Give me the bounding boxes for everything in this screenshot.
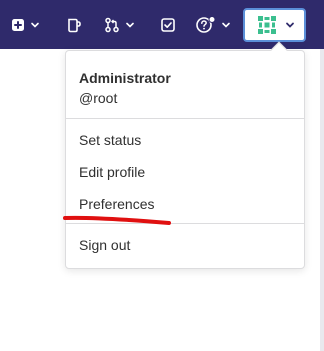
todo-document-icon bbox=[68, 18, 81, 33]
plus-square-icon bbox=[12, 19, 24, 31]
help-icon bbox=[196, 16, 216, 33]
merge-requests-button[interactable] bbox=[104, 12, 135, 38]
top-navigation-bar bbox=[0, 0, 324, 49]
set-status-item[interactable]: Set status bbox=[79, 132, 141, 148]
edit-profile-item[interactable]: Edit profile bbox=[79, 164, 145, 180]
avatar-icon bbox=[254, 13, 279, 37]
user-menu-button[interactable] bbox=[243, 8, 306, 42]
chevron-down-icon bbox=[31, 22, 39, 28]
checkbox-icon bbox=[161, 18, 175, 32]
chevron-down-icon bbox=[285, 22, 294, 28]
todos-button[interactable] bbox=[160, 12, 176, 38]
sign-out-item[interactable]: Sign out bbox=[79, 237, 130, 253]
divider bbox=[66, 223, 304, 224]
merge-request-icon bbox=[105, 17, 119, 33]
chevron-down-icon bbox=[126, 22, 134, 28]
page-edge bbox=[320, 49, 324, 351]
user-username: @root bbox=[79, 90, 118, 106]
divider bbox=[66, 118, 304, 119]
user-display-name: Administrator bbox=[79, 70, 171, 86]
user-dropdown-menu: Administrator @root Set status Edit prof… bbox=[65, 41, 305, 269]
preferences-item[interactable]: Preferences bbox=[79, 196, 154, 212]
new-menu-button[interactable] bbox=[11, 12, 40, 38]
issues-button[interactable] bbox=[66, 12, 82, 38]
chevron-down-icon bbox=[222, 22, 230, 28]
help-menu-button[interactable] bbox=[196, 12, 231, 38]
